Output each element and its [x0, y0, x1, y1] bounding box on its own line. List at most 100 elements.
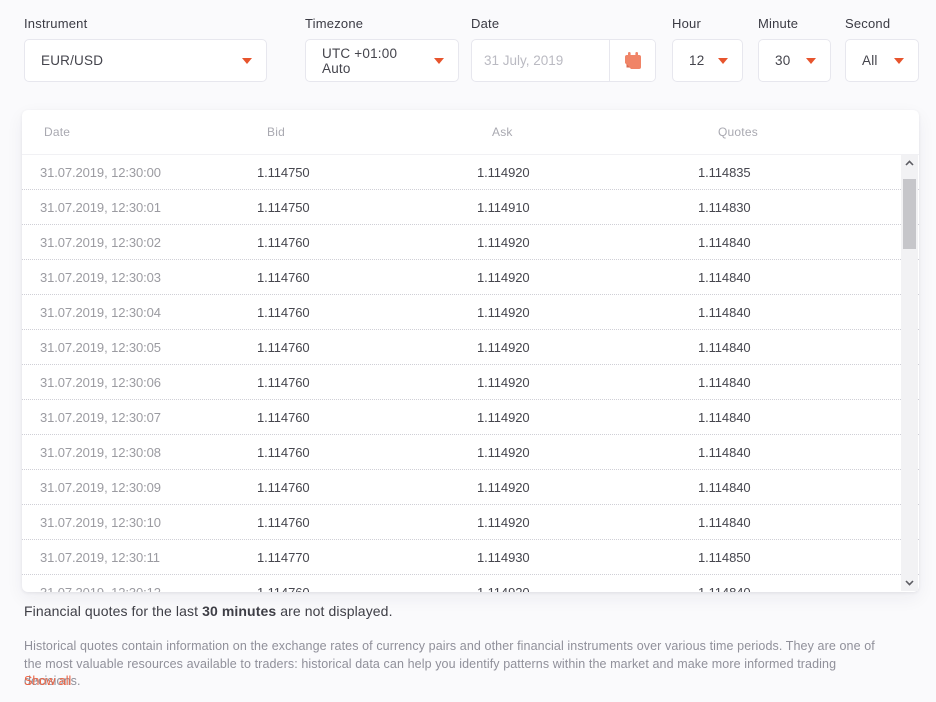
row-quotes: 1.114840 — [698, 235, 919, 250]
hour-value: 12 — [689, 53, 704, 68]
filter-minute: Minute 30 — [758, 16, 831, 82]
row-date: 31.07.2019, 12:30:07 — [22, 410, 257, 425]
table-row: 31.07.2019, 12:30:091.1147601.1149201.11… — [22, 470, 919, 505]
filter-hour: Hour 12 — [672, 16, 743, 82]
instrument-label: Instrument — [24, 16, 267, 31]
calendar-icon — [621, 49, 645, 73]
chevron-down-icon — [434, 58, 444, 64]
row-date: 31.07.2019, 12:30:02 — [22, 235, 257, 250]
quotes-table-card: Date Bid Ask Quotes 31.07.2019, 12:30:00… — [22, 110, 919, 592]
row-bid: 1.114760 — [257, 340, 477, 355]
row-quotes: 1.114840 — [698, 410, 919, 425]
table-body: 31.07.2019, 12:30:001.1147501.1149201.11… — [22, 155, 919, 592]
notice-prefix: Financial quotes for the last — [24, 603, 202, 619]
table-row: 31.07.2019, 12:30:051.1147601.1149201.11… — [22, 330, 919, 365]
date-label: Date — [471, 16, 656, 31]
row-quotes: 1.114830 — [698, 200, 919, 215]
row-quotes: 1.114840 — [698, 515, 919, 530]
show-all-link[interactable]: Show all — [24, 674, 71, 688]
table-row: 31.07.2019, 12:30:081.1147601.1149201.11… — [22, 435, 919, 470]
row-ask: 1.114920 — [477, 445, 698, 460]
hour-select[interactable]: 12 — [672, 39, 743, 82]
timezone-value: UTC +01:00 Auto — [322, 46, 426, 76]
row-quotes: 1.114840 — [698, 340, 919, 355]
row-bid: 1.114760 — [257, 515, 477, 530]
minute-label: Minute — [758, 16, 831, 31]
instrument-value: EUR/USD — [41, 53, 103, 68]
chevron-down-icon — [806, 58, 816, 64]
filter-second: Second All — [845, 16, 919, 82]
scroll-up-button[interactable] — [901, 155, 918, 171]
row-bid: 1.114760 — [257, 305, 477, 320]
row-ask: 1.114920 — [477, 235, 698, 250]
table-header-row: Date Bid Ask Quotes — [22, 110, 919, 155]
scrollbar-thumb[interactable] — [903, 179, 916, 249]
timezone-select[interactable]: UTC +01:00 Auto — [305, 39, 459, 82]
scroll-down-button[interactable] — [901, 575, 918, 591]
row-quotes: 1.114840 — [698, 305, 919, 320]
row-ask: 1.114910 — [477, 200, 698, 215]
row-bid: 1.114760 — [257, 375, 477, 390]
row-bid: 1.114750 — [257, 200, 477, 215]
row-date: 31.07.2019, 12:30:12 — [22, 585, 257, 593]
row-date: 31.07.2019, 12:30:10 — [22, 515, 257, 530]
row-date: 31.07.2019, 12:30:00 — [22, 165, 257, 180]
row-date: 31.07.2019, 12:30:08 — [22, 445, 257, 460]
calendar-button[interactable] — [609, 40, 655, 81]
row-quotes: 1.114840 — [698, 375, 919, 390]
row-date: 31.07.2019, 12:30:06 — [22, 375, 257, 390]
notice-bold: 30 minutes — [202, 603, 276, 619]
row-quotes: 1.114840 — [698, 270, 919, 285]
row-date: 31.07.2019, 12:30:11 — [22, 550, 257, 565]
chevron-down-icon — [905, 580, 914, 586]
row-bid: 1.114760 — [257, 235, 477, 250]
row-date: 31.07.2019, 12:30:05 — [22, 340, 257, 355]
second-select[interactable]: All — [845, 39, 919, 82]
column-header-quotes: Quotes — [698, 125, 919, 139]
table-row: 31.07.2019, 12:30:011.1147501.1149101.11… — [22, 190, 919, 225]
scrollbar[interactable] — [901, 155, 918, 591]
timezone-label: Timezone — [305, 16, 459, 31]
minute-select[interactable]: 30 — [758, 39, 831, 82]
row-ask: 1.114920 — [477, 515, 698, 530]
chevron-up-icon — [905, 160, 914, 166]
filter-instrument: Instrument EUR/USD — [24, 16, 267, 82]
row-bid: 1.114760 — [257, 480, 477, 495]
row-ask: 1.114920 — [477, 165, 698, 180]
filter-timezone: Timezone UTC +01:00 Auto — [305, 16, 459, 82]
row-date: 31.07.2019, 12:30:03 — [22, 270, 257, 285]
row-ask: 1.114920 — [477, 410, 698, 425]
row-ask: 1.114920 — [477, 305, 698, 320]
row-quotes: 1.114840 — [698, 480, 919, 495]
row-bid: 1.114760 — [257, 270, 477, 285]
historical-quotes-description: Historical quotes contain information on… — [24, 638, 884, 691]
row-quotes: 1.114840 — [698, 585, 919, 593]
row-ask: 1.114920 — [477, 480, 698, 495]
chevron-down-icon — [894, 58, 904, 64]
row-bid: 1.114770 — [257, 550, 477, 565]
row-date: 31.07.2019, 12:30:04 — [22, 305, 257, 320]
table-row: 31.07.2019, 12:30:001.1147501.1149201.11… — [22, 155, 919, 190]
row-quotes: 1.114840 — [698, 445, 919, 460]
chevron-down-icon — [242, 58, 252, 64]
date-input[interactable] — [472, 40, 609, 81]
table-row: 31.07.2019, 12:30:021.1147601.1149201.11… — [22, 225, 919, 260]
notice-suffix: are not displayed. — [276, 603, 392, 619]
row-ask: 1.114920 — [477, 340, 698, 355]
filter-date: Date — [471, 16, 656, 82]
quotes-notice: Financial quotes for the last 30 minutes… — [24, 603, 393, 619]
table-row: 31.07.2019, 12:30:061.1147601.1149201.11… — [22, 365, 919, 400]
column-header-ask: Ask — [477, 125, 698, 139]
row-quotes: 1.114835 — [698, 165, 919, 180]
table-row: 31.07.2019, 12:30:121.1147601.1149201.11… — [22, 575, 919, 592]
row-bid: 1.114760 — [257, 585, 477, 593]
row-ask: 1.114920 — [477, 270, 698, 285]
row-ask: 1.114920 — [477, 585, 698, 593]
row-date: 31.07.2019, 12:30:09 — [22, 480, 257, 495]
instrument-select[interactable]: EUR/USD — [24, 39, 267, 82]
hour-label: Hour — [672, 16, 743, 31]
table-row: 31.07.2019, 12:30:111.1147701.1149301.11… — [22, 540, 919, 575]
chevron-down-icon — [718, 58, 728, 64]
date-picker — [471, 39, 656, 82]
second-label: Second — [845, 16, 919, 31]
